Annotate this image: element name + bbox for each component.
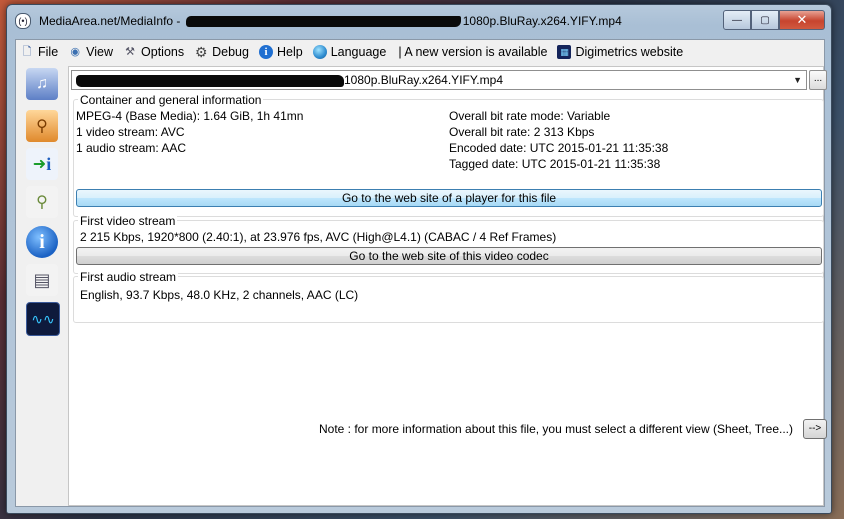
menu-language[interactable]: Language bbox=[309, 41, 393, 63]
general-info-group: Container and general information MPEG-4… bbox=[73, 93, 824, 217]
menu-options-label: Options bbox=[141, 45, 185, 59]
mediainfo-window: (•) MediaArea.net/MediaInfo - 1080p.BluR… bbox=[6, 4, 832, 514]
export-icon[interactable]: ➜ i bbox=[26, 148, 58, 180]
report-icon[interactable]: ▤ bbox=[26, 264, 58, 296]
close-button[interactable]: ✕ bbox=[779, 10, 825, 30]
general-right-line: Overall bit rate mode: Variable bbox=[449, 109, 611, 123]
title-prefix: MediaArea.net/MediaInfo - bbox=[39, 14, 184, 28]
video-info: 2 215 Kbps, 1920*800 (2.40:1), at 23.976… bbox=[80, 230, 557, 244]
minimize-button[interactable]: — bbox=[723, 10, 751, 30]
sheet-view-icon[interactable]: ⚲ bbox=[26, 110, 58, 142]
general-right-line: Tagged date: UTC 2015-01-21 11:35:38 bbox=[449, 157, 661, 171]
window-title: MediaArea.net/MediaInfo - 1080p.BluRay.x… bbox=[39, 14, 622, 28]
audio-info: English, 93.7 Kbps, 48.0 KHz, 2 channels… bbox=[80, 288, 359, 302]
tree-view-icon[interactable]: ⚲ bbox=[26, 186, 58, 218]
next-view-button[interactable]: --> bbox=[803, 419, 827, 439]
client-area: 🗋 File ◉ View ⚒ Options ⚙ Debug i Help L bbox=[15, 39, 827, 507]
video-stream-group: First video stream 2 215 Kbps, 1920*800 … bbox=[73, 214, 824, 274]
info-icon: i bbox=[258, 45, 273, 59]
view-icon: ◉ bbox=[70, 46, 80, 58]
file-name: 1080p.BluRay.x264.YIFY.mp4 bbox=[344, 73, 503, 87]
file-icon: 🗋 bbox=[22, 46, 32, 58]
general-left-line: 1 video stream: AVC bbox=[76, 125, 185, 139]
chevron-down-icon[interactable]: ▼ bbox=[793, 71, 802, 89]
left-toolbar: ♫ ⚲ ➜ i ⚲ i ▤ ∿∿ bbox=[16, 64, 66, 506]
about-icon[interactable]: i bbox=[26, 226, 58, 258]
browse-button[interactable]: ... bbox=[809, 70, 827, 90]
menu-options[interactable]: ⚒ Options bbox=[119, 41, 190, 63]
menu-view-label: View bbox=[86, 45, 114, 59]
menu-file[interactable]: 🗋 File bbox=[16, 41, 64, 63]
view-note: Note : for more information about this f… bbox=[319, 422, 793, 436]
general-left-line: 1 audio stream: AAC bbox=[76, 141, 187, 155]
menu-debug[interactable]: ⚙ Debug bbox=[190, 41, 255, 63]
general-group-title: Container and general information bbox=[78, 93, 264, 107]
general-left-line: MPEG-4 (Base Media): 1.64 GiB, 1h 41mn bbox=[76, 109, 304, 123]
digimetrics-icon: ▦ bbox=[557, 45, 572, 59]
main-panel: 1080p.BluRay.x264.YIFY.mp4 ▼ ... Contain… bbox=[68, 66, 827, 506]
video-codec-website-button[interactable]: Go to the web site of this video codec bbox=[76, 247, 822, 265]
video-group-title: First video stream bbox=[78, 214, 178, 228]
audio-stream-group: First audio stream English, 93.7 Kbps, 4… bbox=[73, 270, 824, 323]
audio-group-title: First audio stream bbox=[78, 270, 179, 284]
player-website-button[interactable]: Go to the web site of a player for this … bbox=[76, 189, 822, 207]
new-version-link[interactable]: | A new version is available bbox=[392, 41, 553, 63]
general-right-line: Encoded date: UTC 2015-01-21 11:35:38 bbox=[449, 141, 669, 155]
basic-view-icon[interactable]: ♫ bbox=[26, 68, 58, 100]
general-right-line: Overall bit rate: 2 313 Kbps bbox=[449, 125, 595, 139]
maximize-button[interactable]: ▢ bbox=[751, 10, 779, 30]
digimetrics-link[interactable]: ▦ Digimetrics website bbox=[553, 41, 689, 63]
menu-bar: 🗋 File ◉ View ⚒ Options ⚙ Debug i Help L bbox=[16, 40, 824, 64]
title-suffix: 1080p.BluRay.x264.YIFY.mp4 bbox=[462, 14, 622, 28]
title-bar[interactable]: (•) MediaArea.net/MediaInfo - 1080p.BluR… bbox=[7, 5, 831, 35]
menu-file-label: File bbox=[38, 45, 59, 59]
menu-help-label: Help bbox=[276, 45, 303, 59]
redacted-mark bbox=[76, 74, 344, 87]
digimetrics-label: Digimetrics website bbox=[575, 45, 684, 59]
app-icon[interactable]: (•) bbox=[15, 13, 31, 29]
redacted-mark bbox=[185, 16, 461, 28]
globe-icon bbox=[312, 45, 327, 59]
menu-language-label: Language bbox=[330, 45, 387, 59]
menu-view[interactable]: ◉ View bbox=[64, 41, 119, 63]
menu-help[interactable]: i Help bbox=[255, 41, 309, 63]
menu-debug-label: Debug bbox=[212, 45, 249, 59]
gear-icon: ⚙ bbox=[194, 44, 208, 60]
waveform-icon[interactable]: ∿∿ bbox=[26, 302, 60, 336]
options-icon: ⚒ bbox=[125, 46, 135, 58]
file-selector[interactable]: 1080p.BluRay.x264.YIFY.mp4 ▼ bbox=[71, 70, 807, 90]
